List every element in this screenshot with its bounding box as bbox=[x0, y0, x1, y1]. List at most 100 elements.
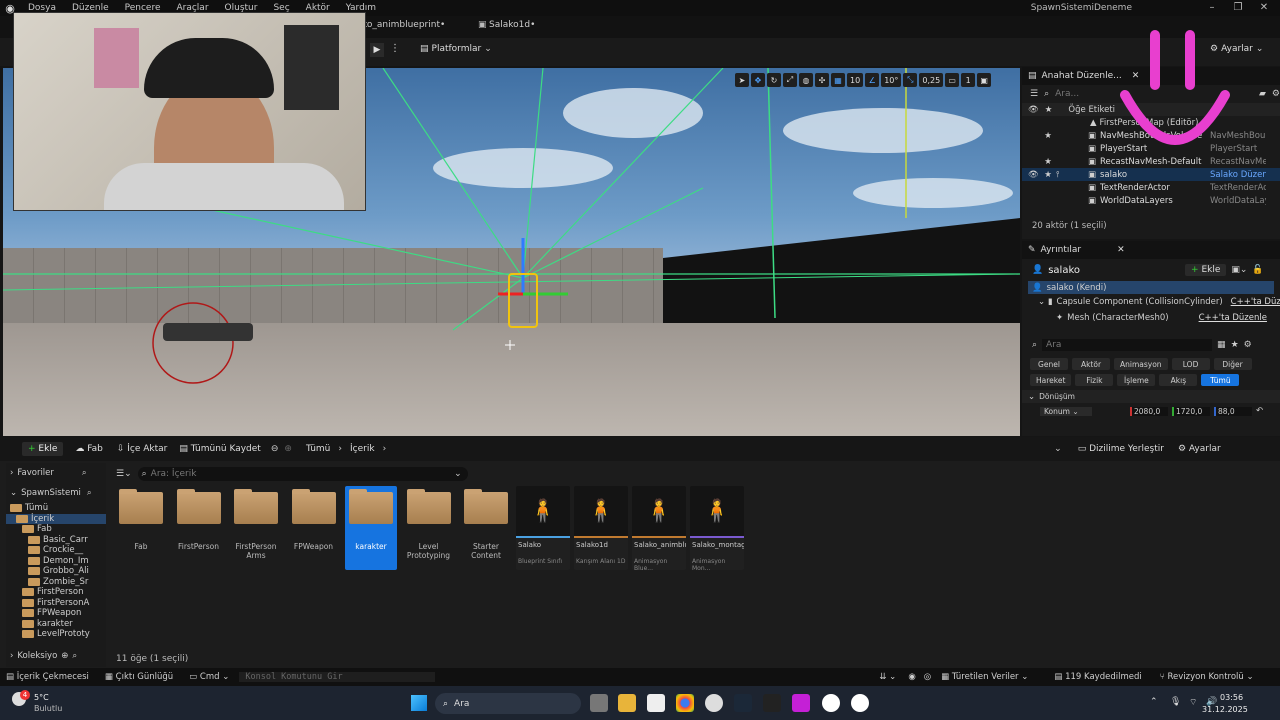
collections-header[interactable]: › Koleksiyo ⊕ ⌕ bbox=[6, 649, 77, 663]
tree-folder[interactable]: İçerik bbox=[6, 513, 106, 524]
tab-animblueprint[interactable]: ko_animblueprint• bbox=[362, 20, 445, 30]
scale-snap-icon[interactable]: ⤡ bbox=[903, 73, 918, 87]
table-view-icon[interactable]: ▦ bbox=[1217, 340, 1226, 350]
content-drawer-button[interactable]: ▤ İçerik Çekmecesi bbox=[6, 672, 89, 682]
details-title[interactable]: Ayrıntılar bbox=[1041, 245, 1082, 255]
star-icon[interactable]: ★ bbox=[1040, 131, 1056, 141]
asset-thumbnail[interactable]: 🧍 Salako_animblueprint Animasyon Blue... bbox=[632, 486, 686, 570]
tree-folder[interactable]: Demon_Im bbox=[6, 556, 106, 567]
cmd-dropdown[interactable]: ▭ Cmd ⌄ bbox=[189, 672, 229, 682]
gear-icon[interactable]: ⚙ bbox=[1244, 340, 1252, 350]
cb-settings-button[interactable]: ⚙ Ayarlar bbox=[1178, 444, 1221, 454]
asset-search-input[interactable]: ⌕ Ara: İçerik ⌄ bbox=[137, 467, 468, 481]
lock-icon[interactable]: 🔓 bbox=[1252, 265, 1263, 275]
revision-control-button[interactable]: ⑂ Revizyon Kontrolü ⌄ bbox=[1160, 672, 1254, 682]
tree-folder[interactable]: Tümü bbox=[6, 503, 106, 514]
import-button[interactable]: ⇩ İçe Aktar bbox=[117, 444, 168, 454]
search-icon[interactable]: ⌕ bbox=[82, 468, 87, 478]
maximize-icon[interactable]: ❐ bbox=[1226, 0, 1250, 16]
component-root[interactable]: 👤 salako (Kendi) bbox=[1028, 281, 1274, 294]
blueprint-options-icon[interactable]: ▣⌄ bbox=[1231, 265, 1247, 275]
folder-asset[interactable]: karakter bbox=[345, 486, 397, 570]
tree-folder[interactable]: Basic_Carr bbox=[6, 535, 106, 546]
minimize-icon[interactable]: – bbox=[1200, 0, 1224, 16]
back-icon[interactable]: ⊖ bbox=[271, 444, 279, 454]
save-all-button[interactable]: ▤ Tümünü Kaydet bbox=[179, 444, 260, 454]
outliner-row[interactable]: ▣ WorldDataLayers WorldDataLay bbox=[1022, 194, 1280, 207]
filter-chip[interactable]: Genel bbox=[1030, 358, 1068, 370]
camera-speed-value[interactable]: 1 bbox=[961, 73, 976, 87]
clock-time[interactable]: 03:56 bbox=[1220, 693, 1243, 702]
output-log-button[interactable]: ▦ Çıktı Günlüğü bbox=[105, 672, 173, 682]
outliner-row[interactable]: ▣ TextRenderActor TextRenderAc bbox=[1022, 181, 1280, 194]
grid-snap-icon[interactable]: ▦ bbox=[831, 73, 845, 87]
folder-asset[interactable]: Starter Content bbox=[460, 486, 512, 570]
location-y[interactable]: 1720,0 bbox=[1172, 406, 1210, 416]
column-label[interactable]: Öğe Etiketi bbox=[1068, 105, 1115, 115]
favorites-header[interactable]: › Favoriler ⌕ bbox=[6, 463, 106, 483]
search-icon[interactable]: ⌕ bbox=[87, 488, 92, 498]
filter-chip[interactable]: İşleme bbox=[1117, 374, 1156, 386]
folder-asset[interactable]: FPWeapon bbox=[288, 486, 340, 570]
star-icon[interactable]: ★ bbox=[1231, 340, 1239, 350]
close-icon[interactable]: ✕ bbox=[1117, 245, 1125, 255]
platforms-button[interactable]: ▤ Platformlar ⌄ bbox=[420, 44, 492, 54]
scale-snap-value[interactable]: 0,25 bbox=[919, 73, 944, 87]
location-z[interactable]: 88,0 bbox=[1214, 406, 1252, 416]
tree-folder[interactable]: FPWeapon bbox=[6, 608, 106, 619]
details-search-input[interactable]: Ara bbox=[1042, 339, 1213, 351]
tree-folder[interactable]: Grobbo_Ali bbox=[6, 566, 106, 577]
unreal-editor-icon[interactable] bbox=[822, 694, 840, 712]
rotation-snap-icon[interactable]: ∠ bbox=[865, 73, 880, 87]
gear-icon[interactable]: ⚙ bbox=[1272, 89, 1280, 99]
location-x[interactable]: 2080,0 bbox=[1130, 406, 1168, 416]
world-space-icon[interactable]: ◍ bbox=[799, 73, 813, 87]
pin-icon[interactable]: ⫯ bbox=[1056, 170, 1072, 180]
folder-asset[interactable]: FirstPerson Arms bbox=[230, 486, 282, 570]
live-icon[interactable]: ◎ bbox=[924, 672, 931, 682]
more-options-icon[interactable]: ⋮ bbox=[390, 43, 400, 54]
surface-snap-icon[interactable]: ✣ bbox=[815, 73, 829, 87]
filter-icon[interactable]: ☰⌄ bbox=[116, 469, 132, 479]
tray-chevron-up-icon[interactable]: ⌃ bbox=[1150, 697, 1158, 707]
folder-asset[interactable]: Level Prototyping bbox=[403, 486, 455, 570]
tree-folder[interactable]: karakter bbox=[6, 619, 106, 630]
add-collection-icon[interactable]: ⊕ bbox=[61, 651, 68, 661]
tree-folder[interactable]: LevelPrototy bbox=[6, 629, 106, 640]
record-icon[interactable]: ◉ bbox=[908, 672, 915, 682]
dock-button[interactable]: ▭ Dizilime Yerleştir bbox=[1078, 444, 1164, 454]
edit-cpp-link[interactable]: C++'ta Düzenle bbox=[1199, 313, 1267, 323]
file-explorer-icon[interactable] bbox=[618, 694, 636, 712]
derived-data-button[interactable]: ▦ Türetilen Veriler ⌄ bbox=[941, 672, 1028, 682]
windows-start-icon[interactable] bbox=[411, 695, 427, 711]
folder-asset[interactable]: Fab bbox=[115, 486, 167, 570]
project-header[interactable]: ⌄ SpawnSistemi ⌕ bbox=[6, 483, 106, 503]
component-mesh[interactable]: ✦ Mesh (CharacterMesh0) C++'ta Düzenle bbox=[1022, 310, 1280, 326]
layout-icon[interactable]: ▣ bbox=[977, 73, 992, 87]
grid-snap-value[interactable]: 10 bbox=[847, 73, 864, 87]
asset-thumbnail[interactable]: 🧍 Salako1d Karışım Alanı 1D bbox=[574, 486, 628, 570]
tree-folder[interactable]: Crockie__ bbox=[6, 545, 106, 556]
filter-chip[interactable]: Tümü bbox=[1201, 374, 1240, 386]
filter-chip[interactable]: Animasyon bbox=[1114, 358, 1168, 370]
wifi-icon[interactable]: ⌔ bbox=[1189, 697, 1197, 708]
component-capsule[interactable]: ⌄ ▮ Capsule Component (CollisionCylinder)… bbox=[1022, 294, 1280, 310]
history-dropdown-icon[interactable]: ⌄ bbox=[1054, 444, 1062, 454]
microphone-icon[interactable]: 🎙 bbox=[1170, 697, 1181, 707]
breadcrumb-all[interactable]: Tümü bbox=[306, 444, 330, 454]
console-input[interactable]: Konsol Komutunu Gir bbox=[239, 672, 436, 682]
tree-folder[interactable]: FirstPersonA bbox=[6, 598, 106, 609]
camera-speed-icon[interactable]: ▭ bbox=[945, 73, 960, 87]
filter-chip[interactable]: Aktör bbox=[1072, 358, 1110, 370]
breadcrumb-content[interactable]: İçerik bbox=[350, 444, 375, 454]
scale-tool-icon[interactable]: ⤢ bbox=[783, 73, 797, 87]
filter-chip[interactable]: Fizik bbox=[1075, 374, 1114, 386]
tree-folder[interactable]: FirstPerson bbox=[6, 587, 106, 598]
trace-icon[interactable]: ⇊ ⌄ bbox=[879, 672, 896, 682]
add-component-button[interactable]: + Ekle bbox=[1185, 264, 1227, 276]
filter-chip[interactable]: Hareket bbox=[1030, 374, 1072, 386]
app-icon[interactable] bbox=[792, 694, 810, 712]
taskbar-search[interactable]: ⌕ Ara bbox=[435, 693, 581, 714]
chrome-icon[interactable] bbox=[676, 694, 694, 712]
tab-salako1d[interactable]: Salako1d• bbox=[489, 20, 535, 30]
